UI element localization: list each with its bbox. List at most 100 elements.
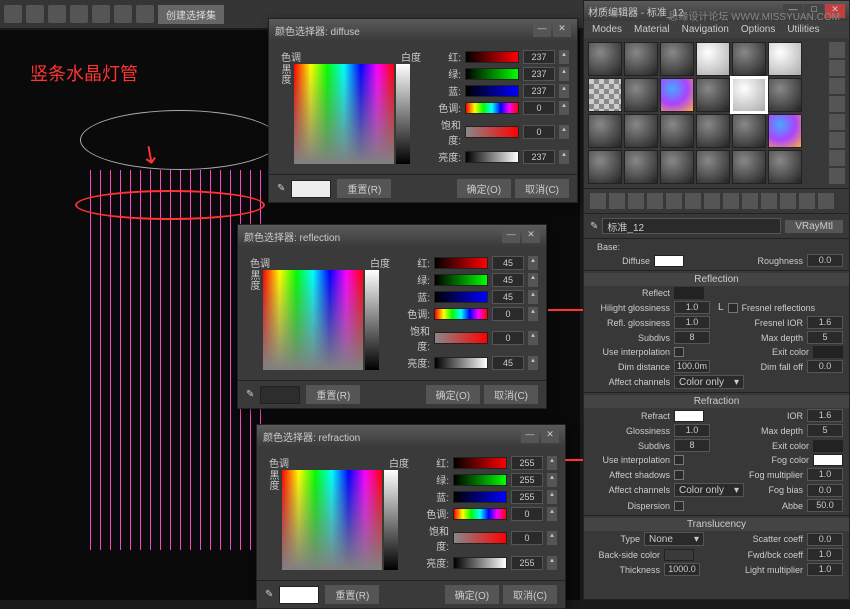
abbe-value[interactable]: 50.0 <box>807 499 843 512</box>
dim-dist-value[interactable]: 100.0m <box>674 360 710 373</box>
fog-color-swatch[interactable] <box>813 454 843 466</box>
dialog-titlebar[interactable]: 颜色选择器: refraction —✕ <box>257 425 565 447</box>
max-depth-value[interactable]: 5 <box>807 331 843 344</box>
sat-slider[interactable] <box>434 332 488 344</box>
reflection-header[interactable]: Reflection <box>584 273 849 286</box>
sat-value[interactable]: 0 <box>523 125 555 139</box>
material-slot[interactable] <box>588 42 622 76</box>
dialog-titlebar[interactable]: 颜色选择器: diffuse —✕ <box>269 19 577 41</box>
pick-icon[interactable]: ✎ <box>590 221 598 232</box>
material-slot[interactable] <box>624 42 658 76</box>
affect-shadows-checkbox[interactable] <box>674 470 684 480</box>
ok-button[interactable]: 确定(O) <box>457 179 511 198</box>
green-slider[interactable] <box>465 68 519 80</box>
menu-utilities[interactable]: Utilities <box>787 24 819 35</box>
spinner-icon[interactable]: ▴ <box>528 273 538 287</box>
get-material-icon[interactable] <box>590 193 606 209</box>
tool-icon[interactable] <box>48 5 66 23</box>
minimize-icon[interactable]: — <box>533 23 551 37</box>
sample-type-icon[interactable] <box>829 42 845 58</box>
val-value[interactable]: 255 <box>511 556 543 570</box>
val-slider[interactable] <box>453 557 507 569</box>
value-strip[interactable] <box>365 270 379 370</box>
copy-icon[interactable] <box>666 193 682 209</box>
material-slot[interactable] <box>768 78 802 112</box>
material-slot[interactable] <box>696 150 730 184</box>
tool-icon[interactable] <box>114 5 132 23</box>
parent-icon[interactable] <box>799 193 815 209</box>
eyedropper-icon[interactable]: ✎ <box>277 183 285 194</box>
spinner-icon[interactable]: ▴ <box>528 331 538 345</box>
tool-icon[interactable] <box>136 5 154 23</box>
minimize-icon[interactable]: — <box>502 229 520 243</box>
spinner-icon[interactable]: ▴ <box>547 556 557 570</box>
fwdback-value[interactable]: 1.0 <box>807 548 843 561</box>
show-map-icon[interactable] <box>742 193 758 209</box>
tool-icon[interactable] <box>4 5 22 23</box>
material-slot[interactable] <box>660 150 694 184</box>
backlight-icon[interactable] <box>829 60 845 76</box>
assign-icon[interactable] <box>628 193 644 209</box>
red-value[interactable]: 45 <box>492 256 524 270</box>
preview-icon[interactable] <box>829 132 845 148</box>
backside-swatch[interactable] <box>664 549 694 561</box>
spinner-icon[interactable]: ▴ <box>547 507 557 521</box>
spinner-icon[interactable]: ▴ <box>547 531 557 545</box>
eyedropper-icon[interactable]: ✎ <box>246 389 254 400</box>
material-slot-active[interactable] <box>732 78 766 112</box>
spinner-icon[interactable]: ▴ <box>547 456 557 470</box>
material-id-icon[interactable] <box>723 193 739 209</box>
blue-slider[interactable] <box>434 291 488 303</box>
red-value[interactable]: 237 <box>523 50 555 64</box>
spinner-icon[interactable]: ▴ <box>528 256 538 270</box>
reflect-swatch[interactable] <box>674 287 704 299</box>
material-slot[interactable] <box>660 114 694 148</box>
material-slot[interactable] <box>732 114 766 148</box>
spinner-icon[interactable]: ▴ <box>559 84 569 98</box>
create-selection-button[interactable]: 创建选择集 <box>158 5 224 24</box>
minimize-icon[interactable]: — <box>521 429 539 443</box>
spinner-icon[interactable]: ▴ <box>547 490 557 504</box>
val-value[interactable]: 45 <box>492 356 524 370</box>
sat-value[interactable]: 0 <box>492 331 524 345</box>
material-slot[interactable] <box>696 42 730 76</box>
reset-button[interactable]: 重置(R) <box>337 179 391 198</box>
fog-bias-value[interactable]: 0.0 <box>807 484 843 497</box>
sat-slider[interactable] <box>453 532 507 544</box>
spinner-icon[interactable]: ▴ <box>528 307 538 321</box>
close-icon[interactable]: ✕ <box>522 229 540 243</box>
glossiness-value[interactable]: 1.0 <box>674 424 710 437</box>
hue-slider[interactable] <box>434 308 488 320</box>
hue-slider[interactable] <box>453 508 507 520</box>
red-slider[interactable] <box>453 457 507 469</box>
cancel-button[interactable]: 取消(C) <box>515 179 569 198</box>
tool-icon[interactable] <box>70 5 88 23</box>
spinner-icon[interactable]: ▴ <box>547 473 557 487</box>
sat-value[interactable]: 0 <box>511 531 543 545</box>
hue-saturation-box[interactable] <box>263 270 363 370</box>
material-type-button[interactable]: VRayMtl <box>785 220 843 233</box>
hilight-gloss-value[interactable]: 1.0 <box>674 301 710 314</box>
make-unique-icon[interactable] <box>685 193 701 209</box>
blue-value[interactable]: 255 <box>511 490 543 504</box>
green-value[interactable]: 255 <box>511 473 543 487</box>
hue-slider[interactable] <box>465 102 519 114</box>
translucency-header[interactable]: Translucency <box>584 518 849 531</box>
background-icon[interactable] <box>829 78 845 94</box>
type-dropdown[interactable]: None▾ <box>644 532 704 546</box>
uv-icon[interactable] <box>829 96 845 112</box>
blue-slider[interactable] <box>465 85 519 97</box>
reset-button[interactable]: 重置(R) <box>325 585 379 604</box>
exit-color2-swatch[interactable] <box>813 440 843 452</box>
material-slot[interactable] <box>768 150 802 184</box>
material-slot[interactable] <box>624 150 658 184</box>
exit-color-swatch[interactable] <box>813 346 843 358</box>
subdivs-value[interactable]: 8 <box>674 331 710 344</box>
hue-saturation-box[interactable] <box>282 470 382 570</box>
green-value[interactable]: 45 <box>492 273 524 287</box>
options-icon[interactable] <box>829 150 845 166</box>
material-slot[interactable] <box>660 42 694 76</box>
put-library-icon[interactable] <box>704 193 720 209</box>
fog-mult-value[interactable]: 1.0 <box>807 468 843 481</box>
use-interp2-checkbox[interactable] <box>674 455 684 465</box>
